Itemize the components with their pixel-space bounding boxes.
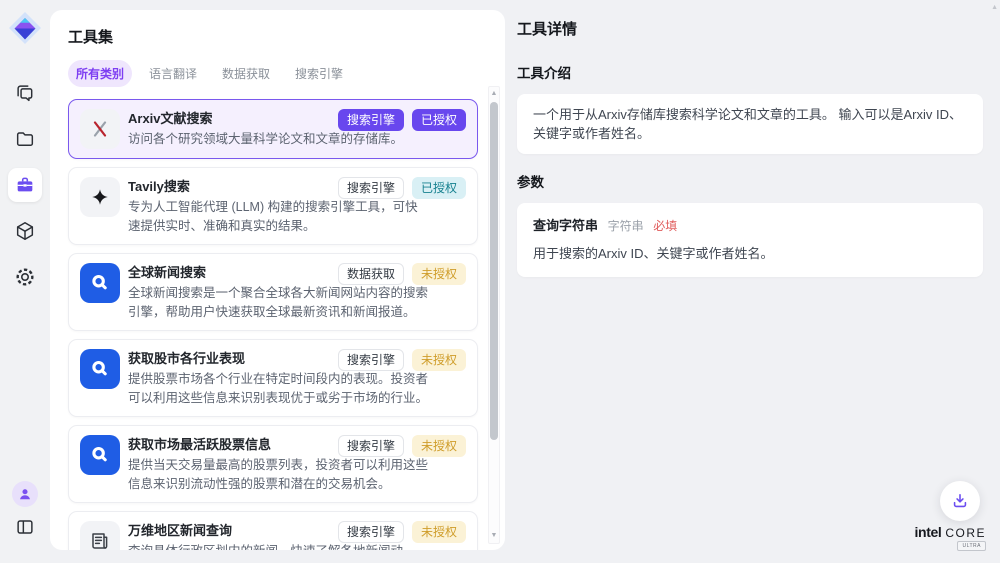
arxiv-icon: [80, 109, 120, 149]
cube-icon: [14, 220, 36, 242]
news-icon: [80, 521, 120, 550]
auth-status-badge: 未授权: [412, 349, 466, 371]
layout-toggle-icon: [14, 516, 36, 538]
page-title: 工具集: [68, 26, 505, 47]
intro-heading: 工具介绍: [517, 62, 1000, 82]
tool-list: Arxiv文献搜索 访问各个研究领域大量科学论文和文章的存储库。 搜索引擎 已授…: [68, 99, 478, 550]
detail-title: 工具详情: [517, 18, 1000, 39]
search-icon: [80, 263, 120, 303]
param-card: 查询字符串 字符串 必填 用于搜索的Arxiv ID、关键字或作者姓名。: [517, 203, 983, 277]
list-scrollbar[interactable]: ▲ ▼: [488, 86, 500, 544]
tool-card[interactable]: 获取股市各行业表现 提供股票市场各个行业在特定时间段内的表现。投资者可以利用这些…: [68, 339, 478, 417]
tool-card[interactable]: 万维地区新闻查询 查询具体行政区划内的新闻，快速了解各地新闻动 搜索引擎 未授权: [68, 511, 478, 550]
tool-badges: 搜索引擎 未授权: [338, 349, 466, 371]
tool-card[interactable]: 全球新闻搜索 全球新闻搜索是一个聚合全球各大新闻网站内容的搜索引擎，帮助用户快速…: [68, 253, 478, 331]
auth-status-badge: 已授权: [412, 109, 466, 131]
category-tabs: 所有类别语言翻译数据获取搜索引擎: [68, 60, 505, 87]
search-icon: [80, 349, 120, 389]
param-header: 查询字符串 字符串 必填: [533, 216, 967, 236]
tab-category-3[interactable]: 搜索引擎: [287, 60, 351, 87]
param-required-flag: 必填: [653, 219, 677, 233]
tool-badges: 搜索引擎 已授权: [338, 109, 466, 131]
toolset-panel: 工具集 所有类别语言翻译数据获取搜索引擎 Arxiv文献搜索 访问各个研究领域大…: [50, 10, 505, 550]
sparkle-icon: [80, 177, 120, 217]
tool-card[interactable]: Tavily搜索 专为人工智能代理 (LLM) 构建的搜索引擎工具，可快速提供实…: [68, 167, 478, 245]
tool-detail-panel: 工具详情 工具介绍 一个用于从Arxiv存储库搜索科学论文和文章的工具。 输入可…: [517, 0, 1000, 563]
ultra-badge: ULTRA: [957, 541, 986, 551]
tool-badges: 搜索引擎 未授权: [338, 435, 466, 457]
category-badge: 搜索引擎: [338, 435, 404, 457]
param-name: 查询字符串: [533, 218, 598, 233]
folder-icon: [14, 128, 36, 150]
tool-description: 专为人工智能代理 (LLM) 构建的搜索引擎工具，可快速提供实时、准确和真实的结…: [128, 198, 430, 235]
tab-category-0[interactable]: 所有类别: [68, 60, 132, 87]
sidebar-item-files[interactable]: [8, 122, 42, 156]
intel-core-logo: intel CORE ULTRA: [915, 524, 986, 551]
app-sidebar: [0, 0, 50, 563]
params-heading: 参数: [517, 171, 1000, 191]
tool-description: 提供当天交易量最高的股票列表，投资者可以利用这些信息来识别流动性强的股票和潜在的…: [128, 456, 430, 493]
category-badge: 搜索引擎: [338, 521, 404, 543]
auth-status-badge: 未授权: [412, 435, 466, 457]
tool-description: 全球新闻搜索是一个聚合全球各大新闻网站内容的搜索引擎，帮助用户快速获取全球最新资…: [128, 284, 430, 321]
scrollbar-thumb[interactable]: [490, 102, 498, 440]
tool-badges: 数据获取 未授权: [338, 263, 466, 285]
intel-core-wordmark: intel CORE: [915, 524, 986, 540]
sidebar-bottom: [11, 481, 39, 541]
auth-status-badge: 未授权: [412, 521, 466, 543]
tool-description: 提供股票市场各个行业在特定时间段内的表现。投资者可以利用这些信息来识别表现优于或…: [128, 370, 430, 407]
category-badge: 数据获取: [338, 263, 404, 285]
user-avatar[interactable]: [12, 481, 38, 507]
scroll-down-icon[interactable]: ▼: [489, 530, 499, 542]
person-icon: [16, 485, 34, 503]
toolbox-icon: [14, 174, 36, 196]
tool-badges: 搜索引擎 未授权: [338, 521, 466, 543]
scroll-up-icon[interactable]: ▲: [489, 88, 499, 100]
auth-status-badge: 未授权: [412, 263, 466, 285]
gear-icon: [14, 266, 36, 288]
download-icon: [950, 491, 970, 511]
sidebar-item-tools[interactable]: [8, 168, 42, 202]
sidebar-item-chat[interactable]: [8, 76, 42, 110]
param-type: 字符串: [608, 219, 644, 233]
category-badge: 搜索引擎: [338, 109, 404, 131]
auth-status-badge: 已授权: [412, 177, 466, 199]
tab-category-2[interactable]: 数据获取: [214, 60, 278, 87]
tool-card[interactable]: Arxiv文献搜索 访问各个研究领域大量科学论文和文章的存储库。 搜索引擎 已授…: [68, 99, 478, 159]
page-scrollbar-arrow-icon: ▲: [991, 4, 998, 11]
search-icon: [80, 435, 120, 475]
sidebar-toggle-button[interactable]: [11, 513, 39, 541]
core-text: CORE: [945, 526, 986, 540]
sidebar-item-plugins[interactable]: [8, 214, 42, 248]
category-badge: 搜索引擎: [338, 177, 404, 199]
intro-text: 一个用于从Arxiv存储库搜索科学论文和文章的工具。 输入可以是Arxiv ID…: [533, 107, 962, 141]
tool-description: 查询具体行政区划内的新闻，快速了解各地新闻动: [128, 542, 430, 550]
download-button[interactable]: [940, 481, 980, 521]
tool-description: 访问各个研究领域大量科学论文和文章的存储库。: [128, 130, 430, 149]
tab-category-1[interactable]: 语言翻译: [141, 60, 205, 87]
sidebar-item-settings[interactable]: [8, 260, 42, 294]
tool-card[interactable]: 获取市场最活跃股票信息 提供当天交易量最高的股票列表，投资者可以利用这些信息来识…: [68, 425, 478, 503]
category-badge: 搜索引擎: [338, 349, 404, 371]
intel-text: intel: [915, 524, 942, 540]
chat-icon: [14, 82, 36, 104]
param-description: 用于搜索的Arxiv ID、关键字或作者姓名。: [533, 244, 967, 263]
intro-card: 一个用于从Arxiv存储库搜索科学论文和文章的工具。 输入可以是Arxiv ID…: [517, 94, 983, 154]
tool-badges: 搜索引擎 已授权: [338, 177, 466, 199]
sidebar-nav: [8, 76, 42, 294]
app-logo-icon: [7, 10, 43, 46]
